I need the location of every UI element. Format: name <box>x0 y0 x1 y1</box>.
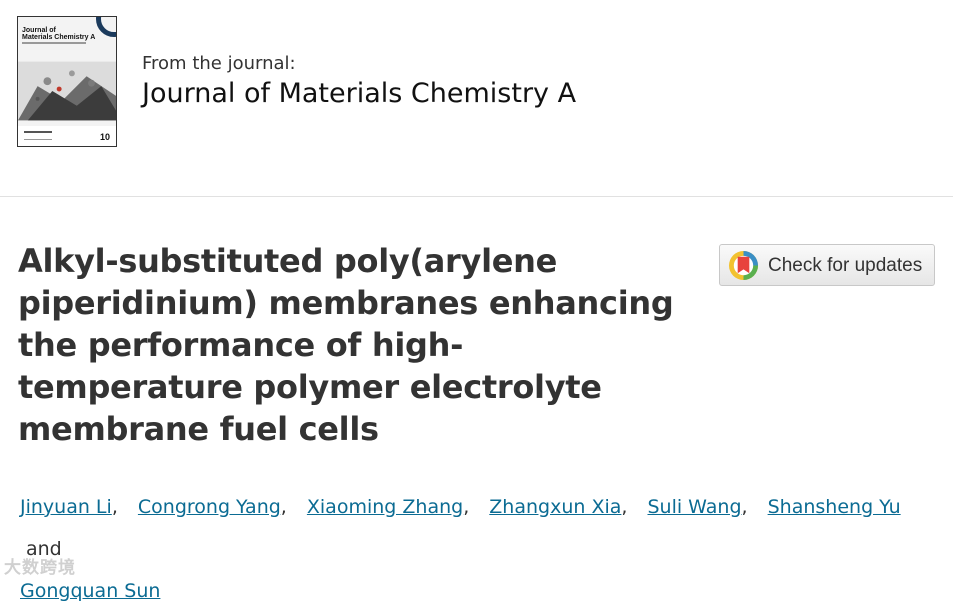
cover-footer: 10 <box>18 126 116 146</box>
author-link[interactable]: Shansheng Yu <box>768 496 901 518</box>
check-for-updates-button[interactable]: Check for updates <box>719 244 935 286</box>
watermark-text: 大数跨境 <box>4 558 76 578</box>
author-link[interactable]: Gongquan Sun <box>20 580 160 602</box>
author-list: Jinyuan Li, Congrong Yang, Xiaoming Zhan… <box>20 486 920 612</box>
journal-name-link[interactable]: Journal of Materials Chemistry A <box>142 78 576 109</box>
journal-from-label: From the journal: <box>142 53 296 74</box>
cover-title: Journal of Materials Chemistry A <box>22 27 112 41</box>
author-link[interactable]: Suli Wang <box>647 496 741 518</box>
rsc-logo-icon <box>24 131 52 140</box>
header-divider <box>0 196 953 197</box>
author-separator: , <box>111 496 118 518</box>
author-separator: , <box>463 496 470 518</box>
author-link[interactable]: Congrong Yang <box>138 496 281 518</box>
article-title: Alkyl-substituted poly(arylene piperidin… <box>18 242 674 448</box>
author-link[interactable]: Zhangxun Xia <box>489 496 621 518</box>
cover-title-line1: Journal of <box>22 27 56 34</box>
check-for-updates-label: Check for updates <box>768 255 923 276</box>
cover-title-line2: Materials Chemistry A <box>22 34 96 41</box>
cover-subtitle-rule <box>22 42 86 44</box>
cover-anniversary-badge: 10 <box>99 132 110 142</box>
author-link[interactable]: Jinyuan Li <box>20 496 112 518</box>
author-separator: , <box>741 496 748 518</box>
author-link[interactable]: Xiaoming Zhang <box>307 496 463 518</box>
author-separator: , <box>280 496 287 518</box>
cover-artwork <box>18 61 116 121</box>
author-separator: , <box>621 496 628 518</box>
crossmark-icon <box>728 250 759 281</box>
journal-cover-image[interactable]: Journal of Materials Chemistry A 10 <box>17 16 117 147</box>
